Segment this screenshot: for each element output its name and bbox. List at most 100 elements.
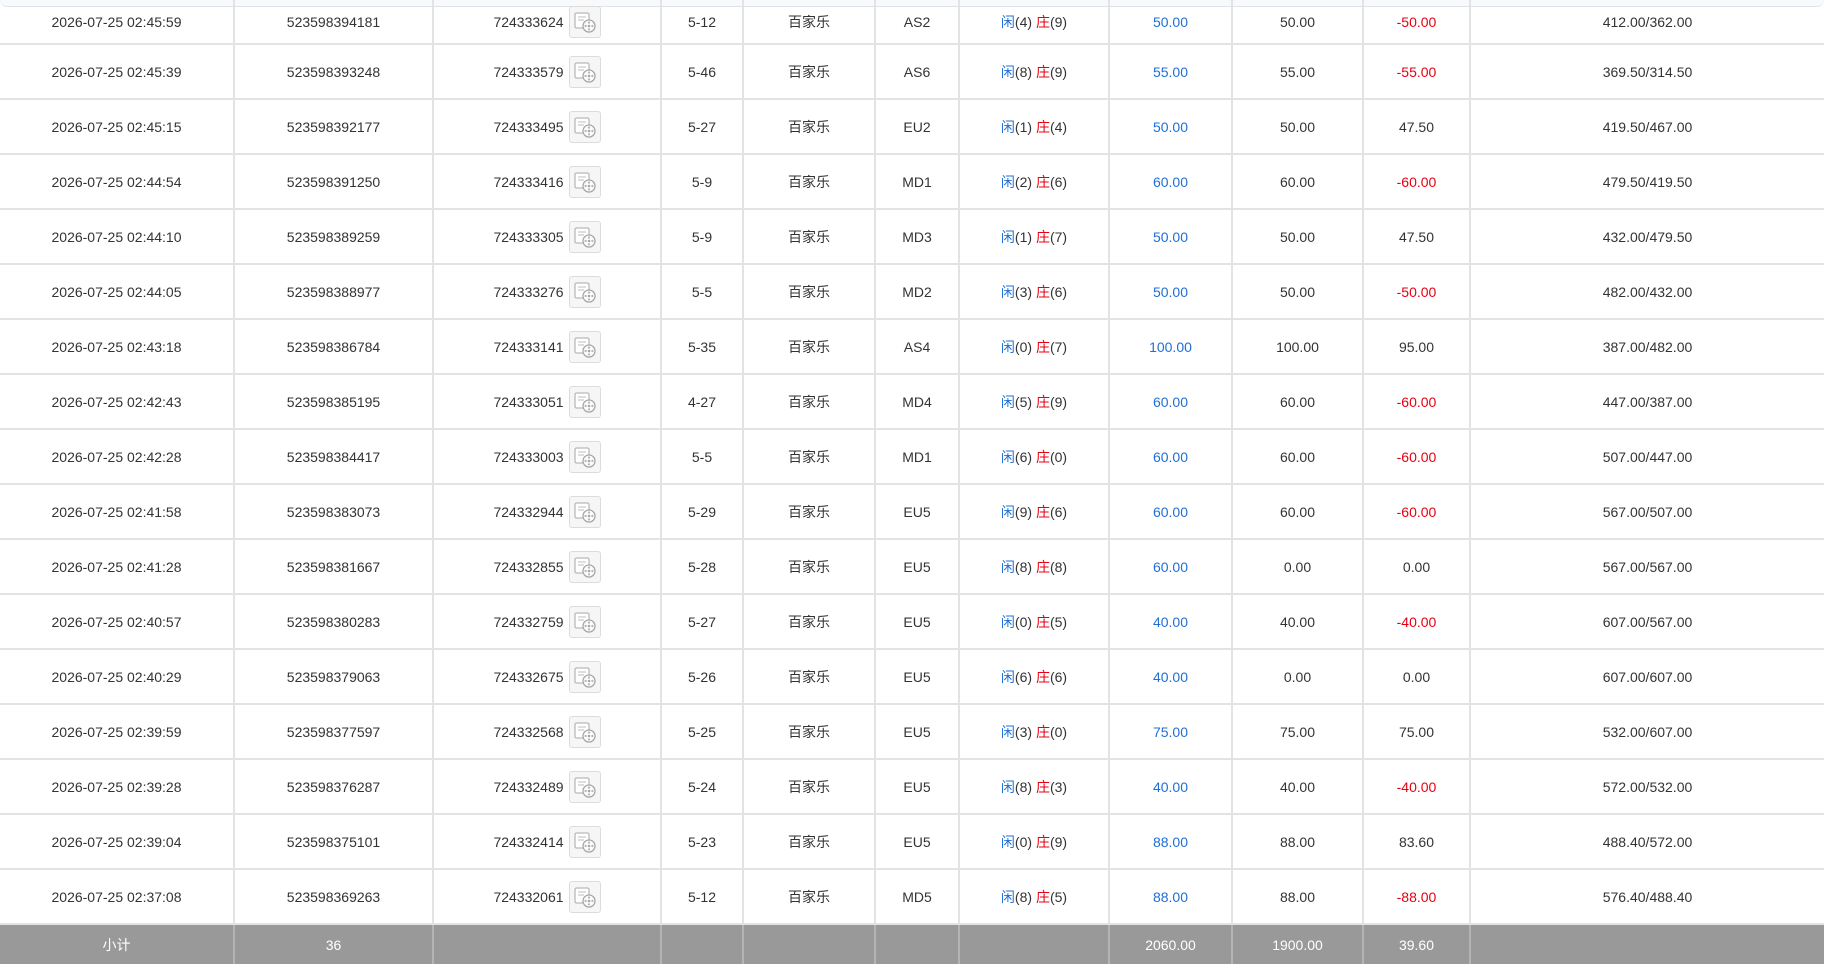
cell-shoe: 5-26 — [661, 649, 744, 705]
player-label: 闲 — [1000, 888, 1015, 905]
cell-bet-time: 2026-07-25 02:44:05 — [0, 264, 235, 320]
cell-bet-time: 2026-07-25 02:40:29 — [0, 649, 235, 705]
cell-win-loss: -60.00 — [1363, 154, 1471, 210]
cell-result: 闲(9) 庄(6) — [959, 484, 1110, 540]
cell-round-id: 724332944 — [433, 484, 662, 540]
banker-label: 庄 — [1035, 558, 1050, 575]
cell-bet-amount: 50.00 — [1109, 99, 1233, 155]
cell-valid-bet: 55.00 — [1232, 44, 1364, 100]
cell-bet-amount: 88.00 — [1109, 814, 1233, 870]
cell-valid-bet: 0.00 — [1232, 539, 1364, 595]
player-label: 闲 — [1000, 173, 1015, 190]
video-replay-icon[interactable] — [568, 220, 601, 253]
cell-bet-amount: 100.00 — [1109, 319, 1233, 375]
cell-round-id: 724332568 — [433, 704, 662, 760]
video-replay-icon[interactable] — [568, 110, 601, 143]
video-replay-icon[interactable] — [568, 770, 601, 803]
cell-bet-time: 2026-07-25 02:41:58 — [0, 484, 235, 540]
player-points: (6) — [1014, 668, 1033, 685]
video-replay-icon[interactable] — [568, 715, 601, 748]
round-id-text: 724333003 — [493, 448, 564, 465]
cell-result: 闲(8) 庄(8) — [959, 539, 1110, 595]
cell-bet-amount: 60.00 — [1109, 374, 1233, 430]
cell-shoe: 5-24 — [661, 759, 744, 815]
video-replay-icon[interactable] — [568, 880, 601, 913]
cell-balance: 447.00/387.00 — [1470, 374, 1824, 430]
banker-label: 庄 — [1035, 13, 1050, 30]
cell-bet-amount: 60.00 — [1109, 429, 1233, 485]
film-reel-icon — [573, 556, 596, 578]
cell-bet-time: 2026-07-25 02:40:57 — [0, 594, 235, 650]
table-row: 2026-07-25 02:44:10 523598389259 7243333… — [0, 209, 1824, 265]
table-row: 2026-07-25 02:45:59 523598394181 7243336… — [0, 0, 1824, 45]
video-replay-icon[interactable] — [568, 165, 601, 198]
round-id-text: 724333495 — [493, 118, 564, 135]
cell-round-id: 724333051 — [433, 374, 662, 430]
banker-points: (7) — [1049, 338, 1068, 355]
cell-balance: 412.00/362.00 — [1470, 0, 1824, 45]
cell-round-id: 724333416 — [433, 154, 662, 210]
film-reel-icon — [573, 501, 596, 523]
cell-table: EU5 — [875, 539, 960, 595]
cell-bet-time: 2026-07-25 02:45:59 — [0, 0, 235, 45]
cell-bet-time: 2026-07-25 02:41:28 — [0, 539, 235, 595]
player-points: (6) — [1014, 448, 1033, 465]
video-replay-icon[interactable] — [568, 385, 601, 418]
video-replay-icon[interactable] — [568, 330, 601, 363]
player-label: 闲 — [1000, 283, 1015, 300]
video-replay-icon[interactable] — [568, 605, 601, 638]
table-row: 2026-07-25 02:44:05 523598388977 7243332… — [0, 264, 1824, 320]
banker-points: (0) — [1049, 448, 1068, 465]
banker-label: 庄 — [1035, 393, 1050, 410]
cell-valid-bet: 40.00 — [1232, 759, 1364, 815]
cell-game: 百家乐 — [743, 154, 876, 210]
cell-game: 百家乐 — [743, 759, 876, 815]
player-label: 闲 — [1000, 338, 1015, 355]
video-replay-icon[interactable] — [568, 495, 601, 528]
round-id-text: 724333141 — [493, 338, 564, 355]
cell-round-id: 724333305 — [433, 209, 662, 265]
cell-win-loss: 95.00 — [1363, 319, 1471, 375]
video-replay-icon[interactable] — [568, 550, 601, 583]
cell-table: EU5 — [875, 704, 960, 760]
subtotal-empty — [1470, 924, 1824, 964]
table-row: 2026-07-25 02:43:18 523598386784 7243331… — [0, 319, 1824, 375]
cell-bet-amount: 75.00 — [1109, 704, 1233, 760]
cell-round-id: 724333624 — [433, 0, 662, 45]
subtotal-bet: 2060.00 — [1109, 924, 1233, 964]
cell-table: EU5 — [875, 759, 960, 815]
video-replay-icon[interactable] — [568, 825, 601, 858]
banker-label: 庄 — [1035, 668, 1050, 685]
cell-valid-bet: 40.00 — [1232, 594, 1364, 650]
cell-balance: 369.50/314.50 — [1470, 44, 1824, 100]
video-replay-icon[interactable] — [568, 660, 601, 693]
video-replay-icon[interactable] — [568, 440, 601, 473]
bet-records-body: 2026-07-25 02:45:59 523598394181 7243336… — [0, 0, 1824, 964]
video-replay-icon[interactable] — [568, 275, 601, 308]
cell-result: 闲(3) 庄(6) — [959, 264, 1110, 320]
cell-table: AS2 — [875, 0, 960, 45]
video-replay-icon[interactable] — [568, 55, 601, 88]
film-reel-icon — [573, 226, 596, 248]
cell-bet-amount: 50.00 — [1109, 264, 1233, 320]
video-replay-icon[interactable] — [568, 5, 601, 38]
banker-label: 庄 — [1035, 283, 1050, 300]
player-points: (8) — [1014, 778, 1033, 795]
film-reel-icon — [573, 886, 596, 908]
banker-label: 庄 — [1035, 63, 1050, 80]
cell-bet-amount: 55.00 — [1109, 44, 1233, 100]
cell-win-loss: 47.50 — [1363, 99, 1471, 155]
cell-balance: 432.00/479.50 — [1470, 209, 1824, 265]
cell-table: MD4 — [875, 374, 960, 430]
table-row: 2026-07-25 02:45:39 523598393248 7243335… — [0, 44, 1824, 100]
cell-win-loss: 47.50 — [1363, 209, 1471, 265]
cell-game: 百家乐 — [743, 44, 876, 100]
cell-shoe: 5-28 — [661, 539, 744, 595]
banker-points: (9) — [1049, 13, 1068, 30]
round-id-text: 724332675 — [493, 668, 564, 685]
cell-bet-id: 523598391250 — [234, 154, 434, 210]
player-label: 闲 — [1000, 63, 1015, 80]
banker-label: 庄 — [1035, 173, 1050, 190]
round-id-text: 724332944 — [493, 503, 564, 520]
player-points: (8) — [1014, 63, 1033, 80]
